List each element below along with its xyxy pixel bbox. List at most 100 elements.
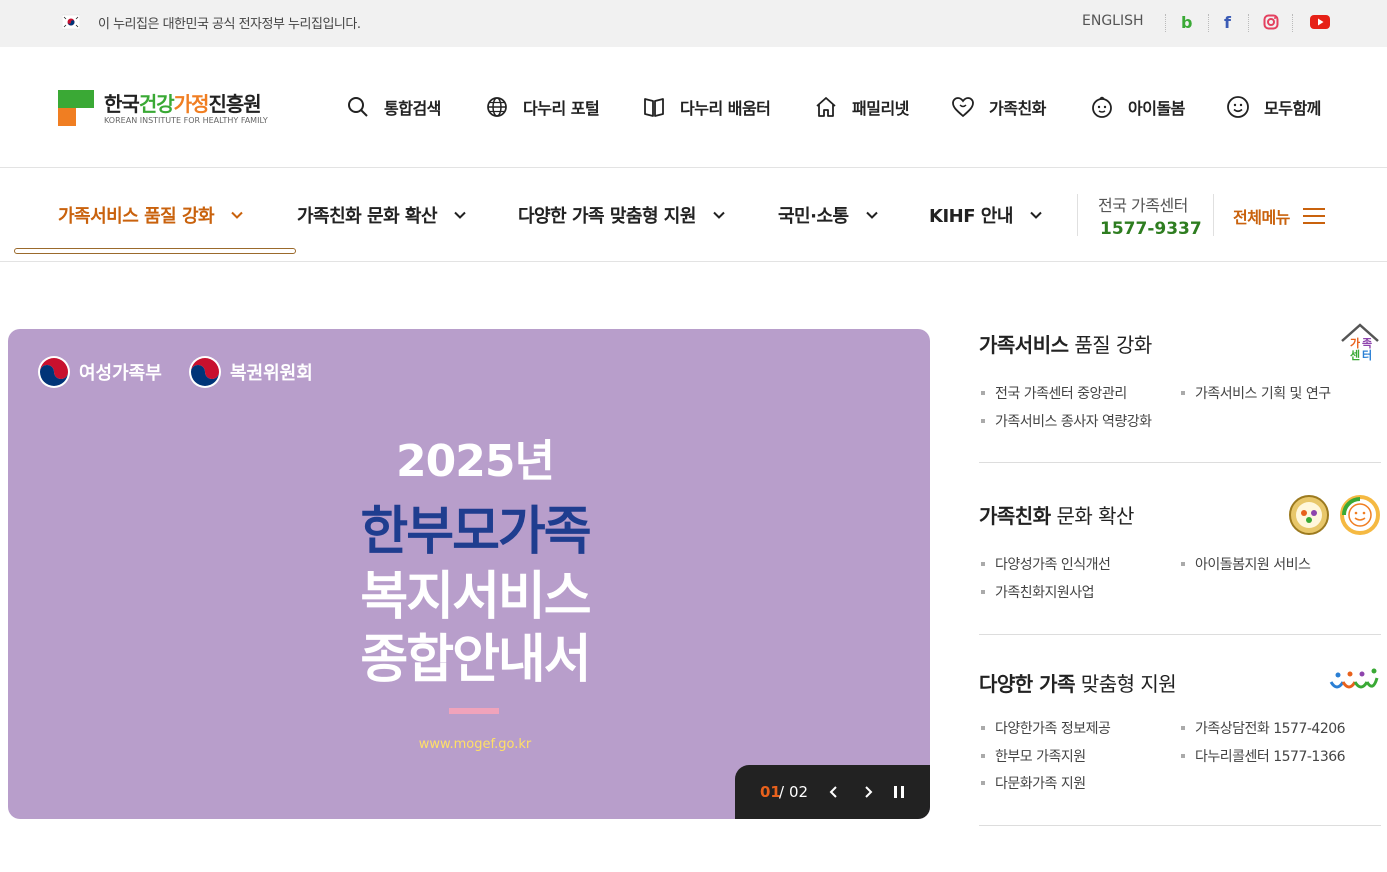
family-center-phone[interactable]: 1577-9337 bbox=[1100, 219, 1202, 239]
portal-label: 다누리 포털 bbox=[523, 99, 600, 118]
logo-name: 한국건강가정진흥원 bbox=[104, 92, 262, 116]
search-link[interactable]: 통합검색 bbox=[346, 94, 441, 120]
banner-title-line1: 한부모가족 bbox=[360, 502, 591, 562]
section-divider bbox=[979, 825, 1381, 826]
section-title[interactable]: 가족친화 문화 확산 bbox=[979, 500, 1134, 529]
search-icon bbox=[348, 97, 368, 117]
slide-separator: / bbox=[779, 783, 785, 801]
friendly-link[interactable]: 가족친화 bbox=[951, 94, 1046, 120]
chevron-down-icon bbox=[454, 211, 466, 219]
svg-text:가: 가 bbox=[1350, 336, 1360, 350]
heart-icon bbox=[952, 97, 974, 118]
list-item[interactable]: 다양성가족 인식개선 bbox=[979, 554, 1111, 574]
learning-link[interactable]: 다누리 배움터 bbox=[642, 94, 771, 120]
book-icon bbox=[644, 98, 664, 117]
list-item[interactable]: 전국 가족센터 중앙관리 bbox=[979, 383, 1127, 403]
section-divider bbox=[979, 462, 1381, 463]
nav-kihf-info[interactable]: KIHF 안내 bbox=[929, 202, 1043, 228]
banner-year: 2025년 bbox=[396, 436, 555, 487]
together-link[interactable]: 모두함께 bbox=[1226, 94, 1321, 120]
chevron-right-icon bbox=[865, 786, 873, 798]
smile-icon bbox=[1227, 96, 1249, 118]
nav-family-friendly[interactable]: 가족친화 문화 확산 bbox=[297, 202, 467, 228]
search-label: 통합검색 bbox=[384, 99, 441, 118]
section-diverse-family: 다양한 가족 맞춤형 지원 다양한가족 정보제공 가족상담전화 1577-420… bbox=[979, 668, 1381, 828]
english-link[interactable]: ENGLISH bbox=[1082, 13, 1144, 29]
instagram-icon[interactable] bbox=[1260, 11, 1282, 33]
nav-diverse-family[interactable]: 다양한 가족 맞춤형 지원 bbox=[518, 202, 726, 228]
chevron-down-icon bbox=[231, 211, 243, 219]
logo-subtitle: KOREAN INSTITUTE FOR HEALTHY FAMILY bbox=[104, 116, 268, 125]
taegeuk-icon bbox=[38, 356, 70, 388]
chevron-left-icon bbox=[829, 786, 837, 798]
list-item[interactable]: 한부모 가족지원 bbox=[979, 746, 1086, 766]
list-item[interactable]: 가족서비스 기획 및 연구 bbox=[1179, 383, 1331, 403]
globe-icon bbox=[487, 97, 507, 117]
childcare-link[interactable]: 아이돌봄 bbox=[1090, 94, 1185, 120]
banner-divider bbox=[449, 708, 499, 714]
chevron-down-icon bbox=[865, 211, 878, 219]
svg-text:b: b bbox=[1181, 14, 1192, 30]
banner-url: www.mogef.go.kr bbox=[418, 737, 532, 752]
org-name-lottery: 복권위원회 bbox=[230, 363, 313, 384]
portal-link[interactable]: 다누리 포털 bbox=[485, 94, 600, 120]
divider bbox=[1248, 14, 1249, 32]
divider bbox=[1292, 14, 1293, 32]
family-center-label: 전국 가족센터 bbox=[1098, 196, 1188, 215]
site-logo[interactable]: 한국건강가정진흥원 KOREAN INSTITUTE FOR HEALTHY F… bbox=[58, 88, 268, 128]
familynet-label: 패밀리넷 bbox=[852, 99, 909, 118]
list-item[interactable]: 다문화가족 지원 bbox=[979, 773, 1086, 793]
pause-slide-button[interactable] bbox=[889, 782, 909, 802]
svg-text:센: 센 bbox=[1350, 348, 1360, 362]
danuri-logo-icon bbox=[1329, 668, 1379, 689]
facebook-icon[interactable]: f bbox=[1217, 11, 1239, 33]
section-title[interactable]: 가족서비스 품질 강화 bbox=[979, 329, 1152, 358]
blog-icon[interactable]: b bbox=[1176, 11, 1198, 33]
logo-mark bbox=[58, 90, 94, 126]
svg-text:터: 터 bbox=[1362, 348, 1372, 362]
banner-title-line3: 종합안내서 bbox=[360, 630, 591, 690]
list-item[interactable]: 다양한가족 정보제공 bbox=[979, 718, 1111, 738]
next-slide-button[interactable] bbox=[858, 782, 878, 802]
chevron-down-icon bbox=[713, 211, 725, 219]
childcare-label: 아이돌봄 bbox=[1128, 99, 1185, 118]
childcare-badge-icon bbox=[1340, 495, 1380, 535]
gov-notice-text: 이 누리집은 대한민국 공식 전자정부 누리집입니다. bbox=[98, 17, 361, 32]
list-item[interactable]: 다누리콜센터 1577-1366 bbox=[1179, 746, 1346, 766]
section-family-friendly: 가족친화 문화 확산 다양성가족 인식개선 아이돌봄지원 서비스 가족친화지원사… bbox=[979, 495, 1381, 635]
org-name-mogef: 여성가족부 bbox=[79, 363, 162, 384]
gov-notice-bar: 이 누리집은 대한민국 공식 전자정부 누리집입니다. ENGLISH b f bbox=[0, 0, 1387, 47]
familynet-link[interactable]: 패밀리넷 bbox=[814, 94, 909, 120]
divider bbox=[1077, 194, 1078, 236]
slide-total: 02 bbox=[789, 783, 809, 801]
org-logo-lottery: 복권위원회 bbox=[188, 355, 313, 389]
nav-communication[interactable]: 국민·소통 bbox=[778, 202, 879, 228]
hamburger-icon bbox=[1302, 208, 1325, 224]
active-nav-indicator bbox=[14, 248, 296, 254]
section-service-quality: 가족서비스 품질 강화 가 족 센 터 전국 가족센터 중앙관리 가족서비스 기… bbox=[979, 323, 1381, 464]
list-item[interactable]: 가족서비스 종사자 역량강화 bbox=[979, 411, 1152, 431]
all-menu-button[interactable]: 전체메뉴 bbox=[1233, 204, 1326, 228]
list-item[interactable]: 가족친화지원사업 bbox=[979, 582, 1095, 602]
section-divider bbox=[979, 634, 1381, 635]
divider bbox=[1213, 194, 1214, 236]
all-menu-label: 전체메뉴 bbox=[1233, 208, 1290, 227]
divider bbox=[1208, 14, 1209, 32]
svg-text:f: f bbox=[1224, 14, 1232, 30]
org-logo-mogef: 여성가족부 bbox=[37, 355, 162, 389]
korea-flag-icon bbox=[62, 14, 80, 30]
list-item[interactable]: 가족상담전화 1577-4206 bbox=[1179, 718, 1346, 738]
family-friendly-badge-icon bbox=[1289, 495, 1329, 535]
main-navigation: 가족서비스 품질 강화 가족친화 문화 확산 다양한 가족 맞춤형 지원 국민·… bbox=[0, 168, 1387, 262]
together-label: 모두함께 bbox=[1264, 99, 1321, 118]
site-header: 한국건강가정진흥원 KOREAN INSTITUTE FOR HEALTHY F… bbox=[0, 47, 1387, 168]
list-item[interactable]: 아이돌봄지원 서비스 bbox=[1179, 554, 1311, 574]
prev-slide-button[interactable] bbox=[824, 782, 844, 802]
slide-current: 01 bbox=[760, 783, 781, 801]
friendly-label: 가족친화 bbox=[989, 99, 1046, 118]
learning-label: 다누리 배움터 bbox=[680, 99, 771, 118]
section-title[interactable]: 다양한 가족 맞춤형 지원 bbox=[979, 668, 1177, 697]
youtube-icon[interactable] bbox=[1309, 11, 1331, 33]
main-banner-slide[interactable]: 여성가족부 복권위원회 2025년 한부모가족 복지서비스 종합안내서 www.… bbox=[8, 329, 930, 819]
nav-service-quality[interactable]: 가족서비스 품질 강화 bbox=[58, 202, 244, 228]
